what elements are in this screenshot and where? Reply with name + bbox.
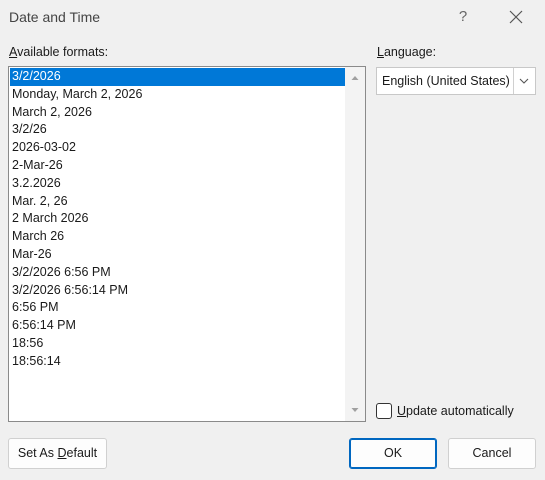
title-bar: Date and Time ? — [0, 0, 545, 36]
format-list-item[interactable]: Monday, March 2, 2026 — [10, 86, 346, 104]
available-formats-label: Available formats: — [9, 45, 109, 59]
chevron-down-icon — [519, 78, 529, 84]
format-list-item[interactable]: 3/2/2026 6:56:14 PM — [10, 282, 346, 300]
format-list-item[interactable]: 18:56:14 — [10, 353, 346, 371]
set-as-default-button[interactable]: Set As Default — [8, 438, 107, 469]
close-button[interactable] — [504, 5, 528, 29]
format-list-item[interactable]: 6:56:14 PM — [10, 317, 346, 335]
dialog-title: Date and Time — [9, 9, 101, 25]
language-dropdown[interactable]: English (United States) — [376, 67, 536, 95]
help-button[interactable]: ? — [452, 6, 474, 28]
scroll-up-button[interactable] — [345, 69, 365, 87]
format-list-item[interactable]: 18:56 — [10, 335, 346, 353]
format-list-item[interactable]: 2026-03-02 — [10, 139, 346, 157]
format-list-item[interactable]: Mar. 2, 26 — [10, 193, 346, 211]
formats-listbox[interactable]: 3/2/2026 Monday, March 2, 2026 March 2, 20… — [8, 66, 366, 422]
language-label: Language: — [377, 45, 437, 59]
scroll-down-icon — [351, 408, 359, 412]
format-list-item[interactable]: 2 March 2026 — [10, 210, 346, 228]
format-list-item[interactable]: 2-Mar-26 — [10, 157, 346, 175]
date-time-dialog: Date and Time ? Available formats: 3/2/2… — [0, 0, 545, 480]
update-automatically-checkbox[interactable] — [376, 403, 392, 419]
format-list-item[interactable]: Mar-26 — [10, 246, 346, 264]
format-list-item[interactable]: 3/2/2026 6:56 PM — [10, 264, 346, 282]
cancel-button[interactable]: Cancel — [448, 438, 536, 469]
ok-button[interactable]: OK — [349, 438, 437, 469]
format-list-item[interactable]: 6:56 PM — [10, 299, 346, 317]
dropdown-divider — [513, 68, 514, 94]
format-list-item[interactable]: 3/2/2026 — [10, 68, 346, 86]
scroll-up-icon — [351, 76, 359, 80]
format-list-item[interactable]: 3.2.2026 — [10, 175, 346, 193]
formats-scrollbar[interactable] — [345, 67, 365, 421]
scroll-down-button[interactable] — [345, 401, 365, 419]
formats-list: 3/2/2026 Monday, March 2, 2026 March 2, 20… — [10, 68, 346, 371]
format-list-item[interactable]: 3/2/26 — [10, 121, 346, 139]
format-list-item[interactable]: March 26 — [10, 228, 346, 246]
close-icon — [509, 10, 523, 24]
language-value: English (United States) — [382, 74, 510, 88]
format-list-item[interactable]: March 2, 2026 — [10, 104, 346, 122]
update-automatically-label: Update automatically — [397, 404, 514, 418]
help-icon: ? — [458, 8, 468, 25]
